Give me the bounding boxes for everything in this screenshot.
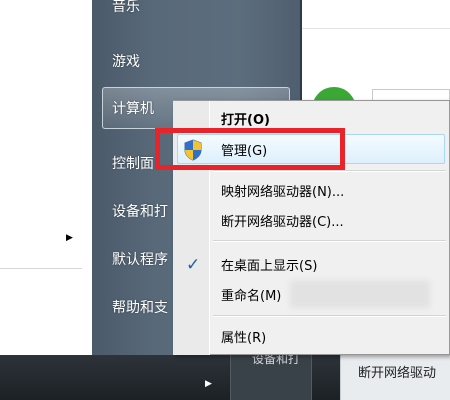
arrow-right-icon[interactable]: ▶ (66, 233, 73, 243)
menu-item-properties[interactable]: 属性(R) (221, 327, 266, 346)
taskbar-arrow-icon[interactable]: ▶ (205, 379, 212, 389)
menu-item-show-on-desktop[interactable]: 在桌面上显示(S) (221, 255, 317, 274)
start-menu-item-music[interactable]: 音乐 (112, 0, 140, 16)
menu-item-rename[interactable]: 重命名(M) (221, 285, 281, 304)
start-menu-item-games[interactable]: 游戏 (112, 51, 140, 71)
menu-separator (213, 170, 446, 172)
start-menu-item-computer[interactable]: 计算机 (112, 98, 154, 118)
menu-item-open[interactable]: 打开(O) (221, 109, 270, 128)
start-menu-item-control-panel[interactable]: 控制面 (112, 153, 154, 173)
start-menu-item-help[interactable]: 帮助和支 (112, 297, 168, 317)
red-highlight-box (155, 128, 345, 170)
left-pane (0, 0, 92, 355)
menu-separator (213, 240, 446, 242)
right-divider (302, 28, 450, 29)
start-menu-item-devices[interactable]: 设备和打 (112, 201, 168, 221)
menu-item-disconnect-drive[interactable]: 断开网络驱动器(C)... (221, 211, 344, 230)
checkmark-icon: ✓ (186, 255, 201, 275)
watermark-blur (290, 280, 430, 308)
left-divider (0, 268, 82, 269)
taskbar-panel-label: 断开网络驱动 (358, 366, 437, 381)
start-menu-item-default-programs[interactable]: 默认程序 (112, 249, 168, 269)
menu-item-map-drive[interactable]: 映射网络驱动器(N)... (221, 181, 344, 200)
menu-separator (213, 315, 446, 317)
